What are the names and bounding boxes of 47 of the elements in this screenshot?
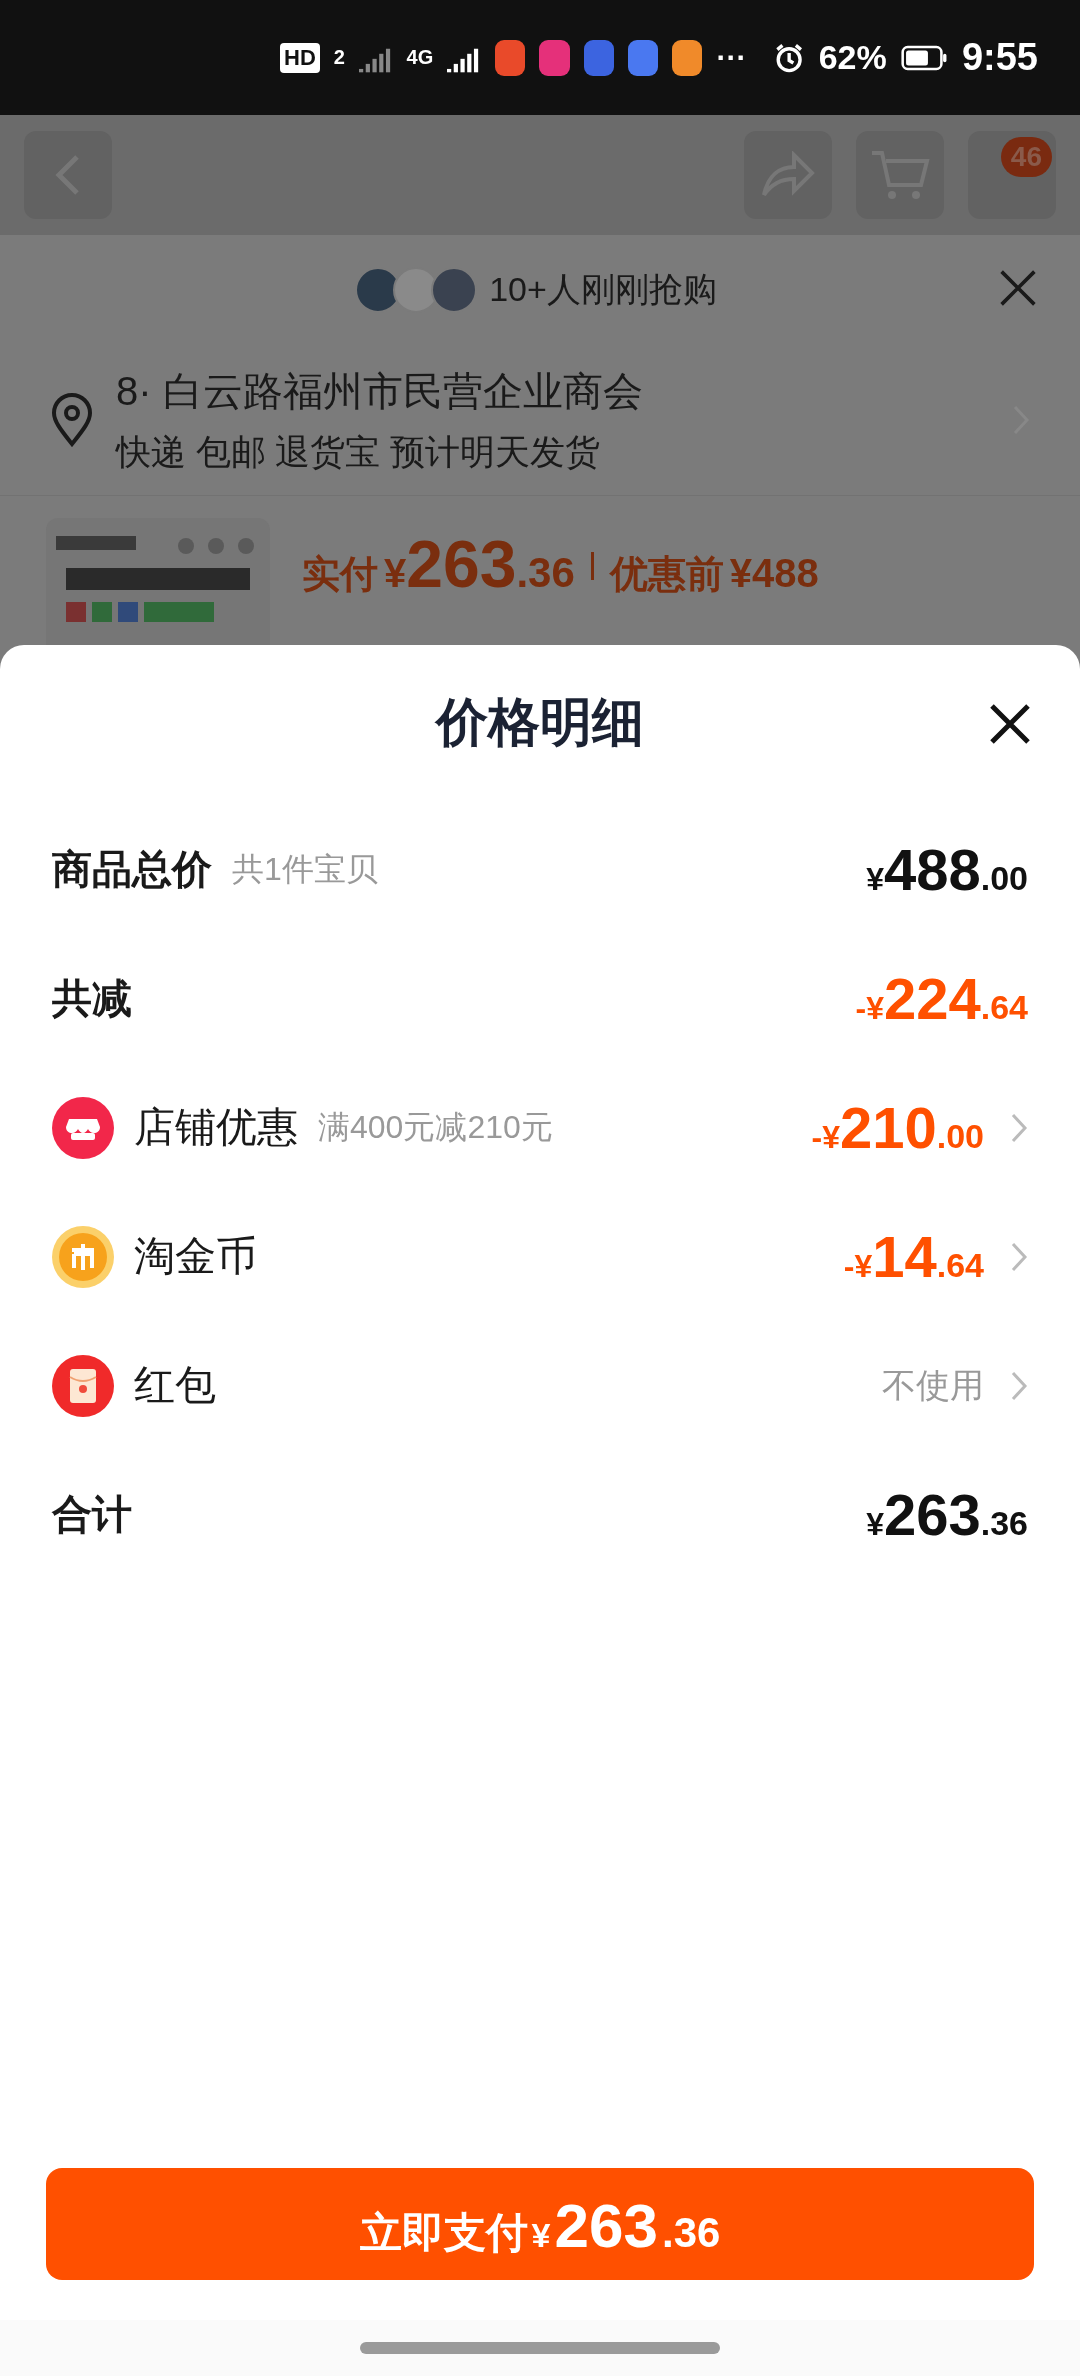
row-value: 不使用 xyxy=(882,1364,984,1406)
paid-price: ¥263.36 xyxy=(384,526,575,602)
row-label: 淘金币 xyxy=(134,1232,257,1281)
price-amount: -¥210.00 xyxy=(811,1094,984,1161)
discount-row[interactable]: 淘金币 -¥14.64 xyxy=(0,1192,1080,1321)
coin-icon xyxy=(52,1225,114,1288)
chevron-icon xyxy=(1010,1111,1028,1144)
sim-number: 2 xyxy=(333,46,345,69)
envelope-icon xyxy=(52,1354,114,1417)
app-icon xyxy=(672,39,703,76)
app-icon xyxy=(627,39,659,76)
address-text: 8· 白云路福州市民营企业商会 xyxy=(116,368,644,415)
row-label: 商品总价 xyxy=(52,846,212,893)
recent-buyers-text: 10+人刚刚抢购 xyxy=(489,269,717,310)
sheet-title: 价格明细 xyxy=(436,692,644,753)
price-amount: -¥224.64 xyxy=(855,965,1028,1032)
battery-percent: 62% xyxy=(818,38,887,77)
app-icon xyxy=(539,39,570,76)
home-indicator[interactable] xyxy=(360,2342,720,2354)
price-amount: ¥488.00 xyxy=(866,836,1028,903)
more-notifications: ··· xyxy=(716,40,747,75)
row-label: 红包 xyxy=(134,1361,216,1410)
row-label: 合计 xyxy=(52,1491,132,1538)
shipping-info: 快递 包邮 退货宝 预计明天发货 xyxy=(116,431,602,473)
cart-count-badge: 46 xyxy=(1000,137,1052,177)
chevron-icon xyxy=(1010,1240,1028,1273)
row-note: 共1件宝贝 xyxy=(232,849,378,889)
clock: 9:55 xyxy=(961,36,1038,79)
price-amount: -¥14.64 xyxy=(843,1223,984,1290)
row-note: 满400元减210元 xyxy=(318,1107,553,1147)
original-price-label: 优惠前 xyxy=(609,552,724,597)
row-label: 店铺优惠 xyxy=(134,1103,298,1152)
location-pin-icon xyxy=(50,393,94,447)
hd-indicator: HD xyxy=(280,42,320,73)
store-icon xyxy=(52,1096,114,1159)
network-type: 4G xyxy=(406,46,434,69)
chevron-icon xyxy=(1010,1369,1028,1402)
close-icon xyxy=(988,701,1032,746)
discount-row[interactable]: 店铺优惠 满400元减210元 -¥210.00 xyxy=(0,1063,1080,1192)
app-icon xyxy=(494,39,526,76)
paid-label: 实付 xyxy=(302,552,378,597)
row-label: 共减 xyxy=(52,975,132,1022)
discount-row[interactable]: 红包 不使用 xyxy=(0,1321,1080,1450)
address-row[interactable]: 8· 白云路福州市民营企业商会 快递 包邮 退货宝 预计明天发货 xyxy=(0,345,1080,496)
price-amount: ¥263.36 xyxy=(866,1481,1028,1548)
app-icon xyxy=(583,39,614,76)
original-price: ¥488 xyxy=(729,551,819,596)
